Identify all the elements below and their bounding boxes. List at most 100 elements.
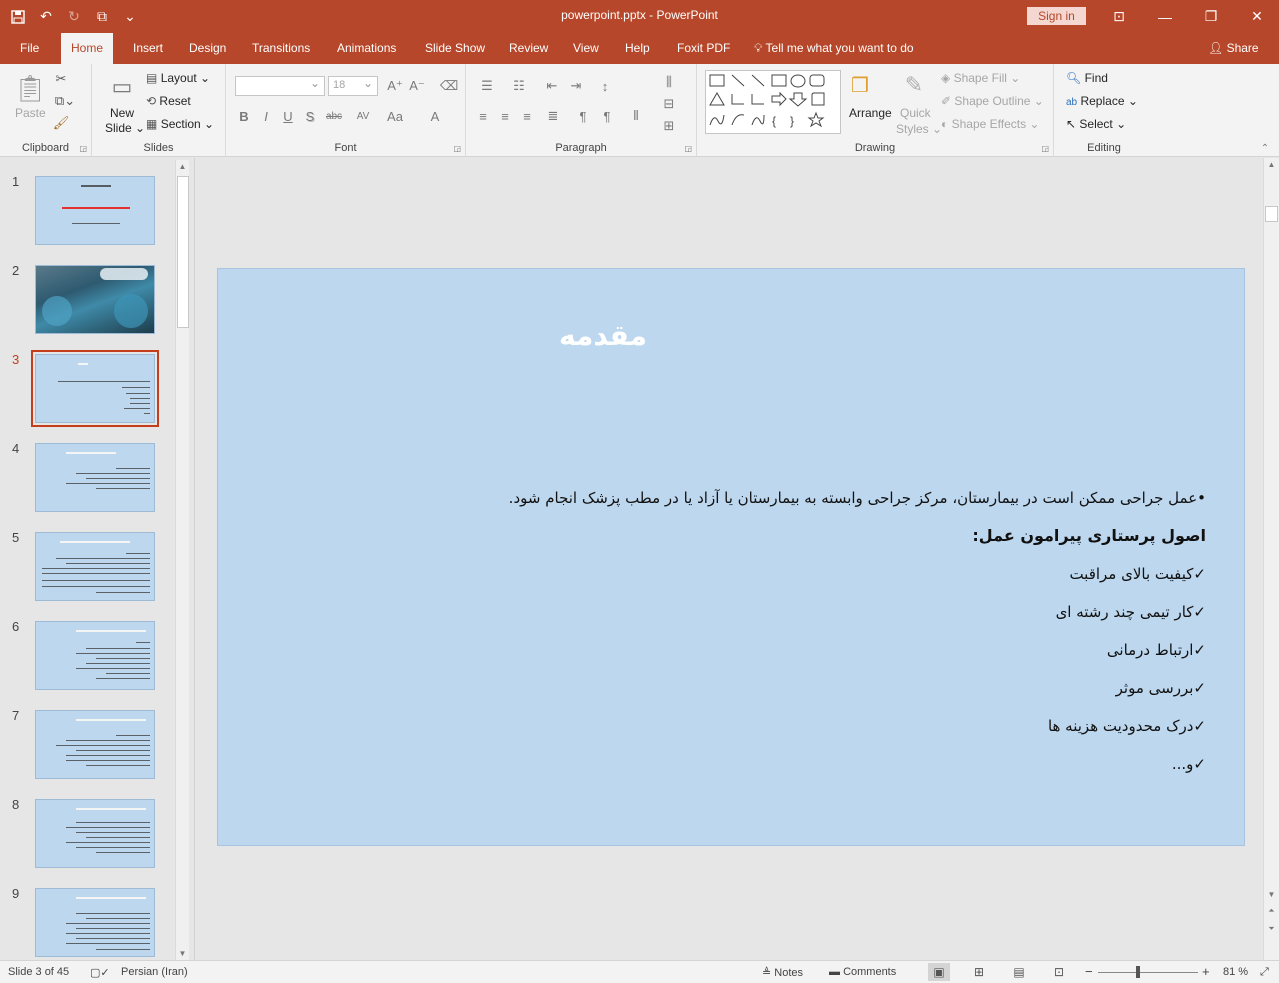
redo-icon[interactable]: ↻: [62, 5, 86, 29]
cut-icon[interactable]: ✂: [52, 70, 70, 88]
tab-view[interactable]: View: [571, 33, 601, 64]
spelling-icon[interactable]: ▢✓: [90, 966, 110, 979]
smartart-icon[interactable]: ⊞: [656, 116, 682, 136]
align-left-icon[interactable]: ≡: [474, 106, 492, 126]
reading-view-icon[interactable]: ▤: [1008, 963, 1030, 981]
shape-effects-button[interactable]: ◐ Shape Effects ⌄: [941, 117, 1039, 131]
rtl-icon[interactable]: ¶: [598, 106, 616, 126]
italic-button[interactable]: I: [258, 106, 274, 126]
dialog-launcher-icon[interactable]: ◲: [79, 144, 87, 153]
line-spacing-icon[interactable]: ↕: [592, 76, 618, 96]
paste-button[interactable]: Paste: [15, 106, 46, 120]
justify-icon[interactable]: ≣: [540, 106, 566, 126]
tell-me-box[interactable]: 💡︎ Tell me what you want to do: [754, 33, 914, 64]
slide-thumbnail-5[interactable]: [35, 532, 155, 601]
share-button[interactable]: 👤︎ Share: [1208, 33, 1259, 64]
scroll-up-icon[interactable]: ▲: [1264, 160, 1279, 169]
slide-thumbnail-3[interactable]: [31, 350, 159, 427]
zoom-slider-thumb[interactable]: [1136, 966, 1140, 978]
slide-title[interactable]: مقدمه: [498, 319, 708, 352]
shapes-gallery[interactable]: { }: [705, 70, 841, 134]
new-slide-icon[interactable]: ▭: [106, 70, 138, 104]
character-spacing-button[interactable]: AV: [350, 106, 376, 126]
ribbon-display-options-icon[interactable]: ⊡: [1096, 0, 1142, 33]
scroll-down-icon[interactable]: ▼: [1264, 890, 1279, 899]
new-slide-label-1[interactable]: New: [110, 106, 134, 120]
font-color-button[interactable]: A: [422, 106, 448, 126]
slide-thumbnail-7[interactable]: [35, 710, 155, 779]
tab-foxit-pdf[interactable]: Foxit PDF: [675, 33, 732, 64]
reset-button[interactable]: ⟲ Reset: [146, 94, 191, 108]
slide-body[interactable]: •عمل جراحی ممکن است در بیمارستان، مرکز ج…: [446, 479, 1206, 783]
normal-view-icon[interactable]: ▣: [928, 963, 950, 981]
align-text-icon[interactable]: ⊟: [656, 94, 682, 114]
select-button[interactable]: ↖ Select ⌄: [1066, 117, 1126, 131]
restore-icon[interactable]: ❐: [1188, 0, 1234, 33]
previous-slide-icon[interactable]: ⏶: [1264, 906, 1279, 916]
zoom-slider-track[interactable]: [1098, 972, 1198, 973]
section-button[interactable]: ▦ Section ⌄: [146, 117, 214, 131]
close-icon[interactable]: ✕: [1234, 0, 1279, 33]
replace-button[interactable]: ab Replace ⌄: [1066, 94, 1138, 108]
start-from-beginning-icon[interactable]: ⧉: [90, 5, 114, 29]
strikethrough-button[interactable]: abc: [322, 106, 346, 126]
tab-review[interactable]: Review: [507, 33, 550, 64]
dialog-launcher-icon[interactable]: ◲: [684, 144, 692, 153]
increase-font-icon[interactable]: A⁺: [386, 76, 404, 96]
customize-qat-icon[interactable]: ⌄: [118, 5, 142, 29]
align-right-icon[interactable]: ≡: [518, 106, 536, 126]
tab-file[interactable]: File: [18, 33, 41, 64]
next-slide-icon[interactable]: ⏷: [1264, 924, 1279, 934]
slide-thumbnail-6[interactable]: [35, 621, 155, 690]
find-button[interactable]: 🔍︎ Find: [1066, 71, 1108, 85]
tab-transitions[interactable]: Transitions: [250, 33, 312, 64]
slide-show-icon[interactable]: ⊡: [1048, 963, 1070, 981]
thumbnail-scroll-thumb[interactable]: [177, 176, 189, 328]
thumbnail-scrollbar[interactable]: ▲ ▼: [175, 160, 189, 960]
quick-styles-label-1[interactable]: Quick: [900, 106, 931, 120]
decrease-indent-icon[interactable]: ⇤: [542, 76, 562, 96]
shape-outline-button[interactable]: ✐ Shape Outline ⌄: [941, 94, 1044, 108]
dialog-launcher-icon[interactable]: ◲: [453, 144, 461, 153]
current-slide[interactable]: مقدمه •عمل جراحی ممکن است در بیمارستان، …: [217, 268, 1245, 846]
text-direction-icon[interactable]: ⫼: [656, 72, 682, 92]
collapse-ribbon-icon[interactable]: ⌃: [1258, 142, 1272, 154]
language-indicator[interactable]: Persian (Iran): [121, 966, 188, 978]
bold-button[interactable]: B: [236, 106, 252, 126]
zoom-in-icon[interactable]: +: [1202, 964, 1210, 979]
arrange-icon[interactable]: ❒: [849, 72, 871, 98]
shape-fill-button[interactable]: ◈ Shape Fill ⌄: [941, 71, 1020, 85]
paste-icon[interactable]: 📋︎: [14, 70, 47, 106]
editor-scrollbar[interactable]: ▲ ▼ ⏶ ⏷: [1263, 158, 1279, 960]
quick-styles-icon[interactable]: ✎: [901, 72, 927, 98]
columns-icon[interactable]: ⫴: [622, 106, 650, 126]
slide-thumbnail-1[interactable]: [35, 176, 155, 245]
decrease-font-icon[interactable]: A⁻: [408, 76, 426, 96]
comments-button[interactable]: ▬ Comments: [829, 966, 896, 978]
scroll-up-icon[interactable]: ▲: [176, 162, 189, 171]
tab-home[interactable]: Home: [61, 33, 114, 64]
slide-sorter-icon[interactable]: ⊞: [968, 963, 990, 981]
slide-thumbnail-9[interactable]: [35, 888, 155, 957]
ltr-icon[interactable]: ¶: [574, 106, 592, 126]
slide-thumbnail-4[interactable]: [35, 443, 155, 512]
font-size-dropdown[interactable]: 18: [328, 76, 378, 96]
copy-icon[interactable]: ⧉⌄: [52, 92, 78, 110]
sign-in-button[interactable]: Sign in: [1027, 7, 1086, 25]
zoom-out-icon[interactable]: −: [1085, 964, 1093, 979]
numbering-icon[interactable]: ☷: [506, 76, 532, 96]
layout-button[interactable]: ▤ Layout ⌄: [146, 71, 210, 85]
tab-help[interactable]: Help: [623, 33, 652, 64]
tab-design[interactable]: Design: [187, 33, 228, 64]
underline-button[interactable]: U: [280, 106, 296, 126]
tab-slide-show[interactable]: Slide Show: [423, 33, 487, 64]
notes-button[interactable]: ≜ Notes: [762, 966, 803, 979]
zoom-level[interactable]: 81 %: [1223, 966, 1248, 978]
slide-thumbnail-8[interactable]: [35, 799, 155, 868]
minimize-icon[interactable]: —: [1142, 0, 1188, 33]
dialog-launcher-icon[interactable]: ◲: [1041, 144, 1049, 153]
tab-animations[interactable]: Animations: [335, 33, 398, 64]
scroll-down-icon[interactable]: ▼: [176, 949, 189, 958]
clear-formatting-icon[interactable]: ⌫: [440, 76, 458, 96]
save-icon[interactable]: [6, 5, 30, 29]
